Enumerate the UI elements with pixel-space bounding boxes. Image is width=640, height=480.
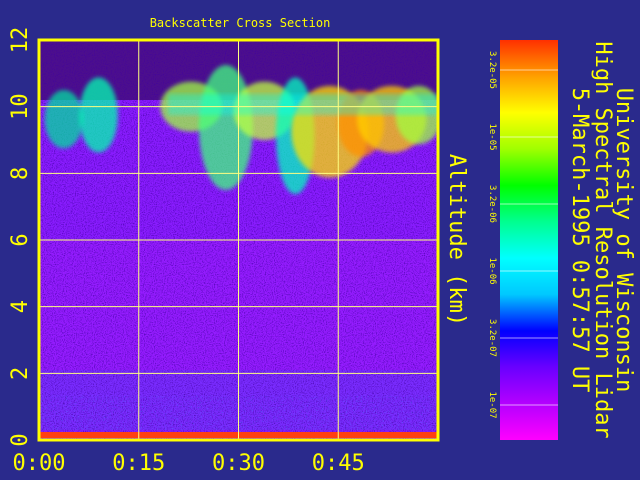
colorbar-tick-label: 3.2e-06 bbox=[487, 185, 497, 223]
lidar-figure: Backscatter Cross Section 0 2 4 6 8 10 12 0:00… bbox=[8, 16, 636, 476]
colorbar-tick-label: 3.2e-05 bbox=[487, 51, 497, 89]
y-tick-label: 12 bbox=[8, 27, 33, 54]
x-tick-label: 0:30 bbox=[212, 451, 265, 476]
y-axis-label: Altitude (km) bbox=[444, 154, 469, 326]
colorbar-tick-label: 1e-06 bbox=[487, 257, 497, 284]
colorbar bbox=[500, 40, 558, 440]
x-axis-ticks: 0:00 0:15 0:30 0:45 bbox=[13, 451, 365, 476]
x-tick-label: 0:45 bbox=[312, 451, 365, 476]
cloud-blob bbox=[44, 90, 84, 149]
y-tick-label: 6 bbox=[8, 233, 33, 246]
cloud-top-edge bbox=[168, 94, 438, 115]
instrument-text: High Spectral Resolution Lidar bbox=[590, 41, 615, 438]
y-tick-label: 0 bbox=[8, 433, 33, 446]
colorbar-tick-label: 3.2e-07 bbox=[487, 319, 497, 357]
y-tick-label: 2 bbox=[8, 367, 33, 380]
y-tick-label: 4 bbox=[8, 300, 33, 313]
x-tick-label: 0:15 bbox=[112, 451, 165, 476]
y-axis-ticks: 0 2 4 6 8 10 12 bbox=[8, 27, 33, 447]
chart-title: Backscatter Cross Section bbox=[150, 16, 331, 30]
y-tick-label: 10 bbox=[8, 93, 33, 120]
colorbar-tick-label: 1e-05 bbox=[487, 123, 497, 150]
colorbar-tick-label: 1e-07 bbox=[487, 391, 497, 418]
y-tick-label: 8 bbox=[8, 167, 33, 180]
date-time-text: 5-March-1995 0:57:57 UT bbox=[567, 88, 592, 393]
plot-area bbox=[39, 40, 438, 440]
cloud-blob bbox=[79, 77, 118, 153]
x-tick-label: 0:00 bbox=[13, 451, 66, 476]
